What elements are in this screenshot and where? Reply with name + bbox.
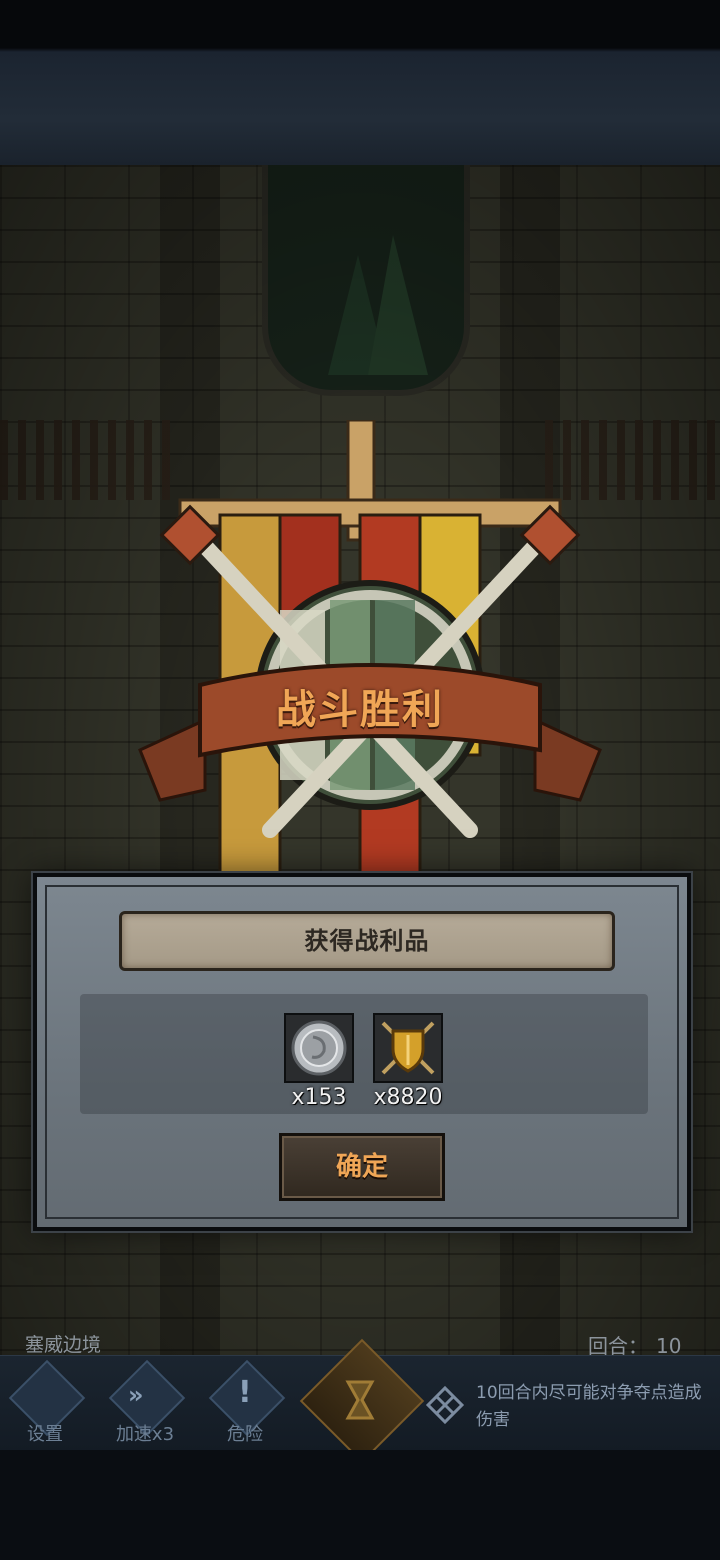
loot-item-slot[interactable] xyxy=(284,1013,354,1083)
speed-label: 加速x3 xyxy=(115,1424,175,1445)
confirm-button-label: 确定 xyxy=(335,1152,388,1182)
victory-emblem xyxy=(138,420,602,880)
loot-title: 获得战利品 xyxy=(304,927,430,955)
objective-text: 10回合内尽可能对争夺点造成伤害 xyxy=(476,1383,702,1430)
location-label: 塞威边境 xyxy=(25,1334,102,1356)
loot-header-banner: 获得战利品 xyxy=(119,911,615,971)
top-dark-band xyxy=(0,0,720,165)
objective-icon xyxy=(425,1385,465,1425)
loot-dialog: 获得战利品 x153 x8820 确定 xyxy=(33,873,691,1231)
shield-emblem-icon xyxy=(381,1021,435,1075)
silver-coin-icon xyxy=(291,1020,347,1076)
loot-quantity: x153 xyxy=(291,1085,347,1110)
loot-quantity: x8820 xyxy=(373,1085,443,1110)
victory-title: 战斗胜利 xyxy=(276,687,444,733)
settings-label: 设置 xyxy=(27,1424,63,1445)
pine-tree-icon xyxy=(328,235,428,375)
castle-gate-arch xyxy=(262,165,470,396)
loot-item-slot[interactable] xyxy=(373,1013,443,1083)
confirm-button[interactable]: 确定 xyxy=(279,1133,445,1201)
danger-label: 危险 xyxy=(227,1424,263,1445)
hourglass-icon xyxy=(345,1380,375,1420)
bottom-dark-band xyxy=(0,1450,720,1560)
